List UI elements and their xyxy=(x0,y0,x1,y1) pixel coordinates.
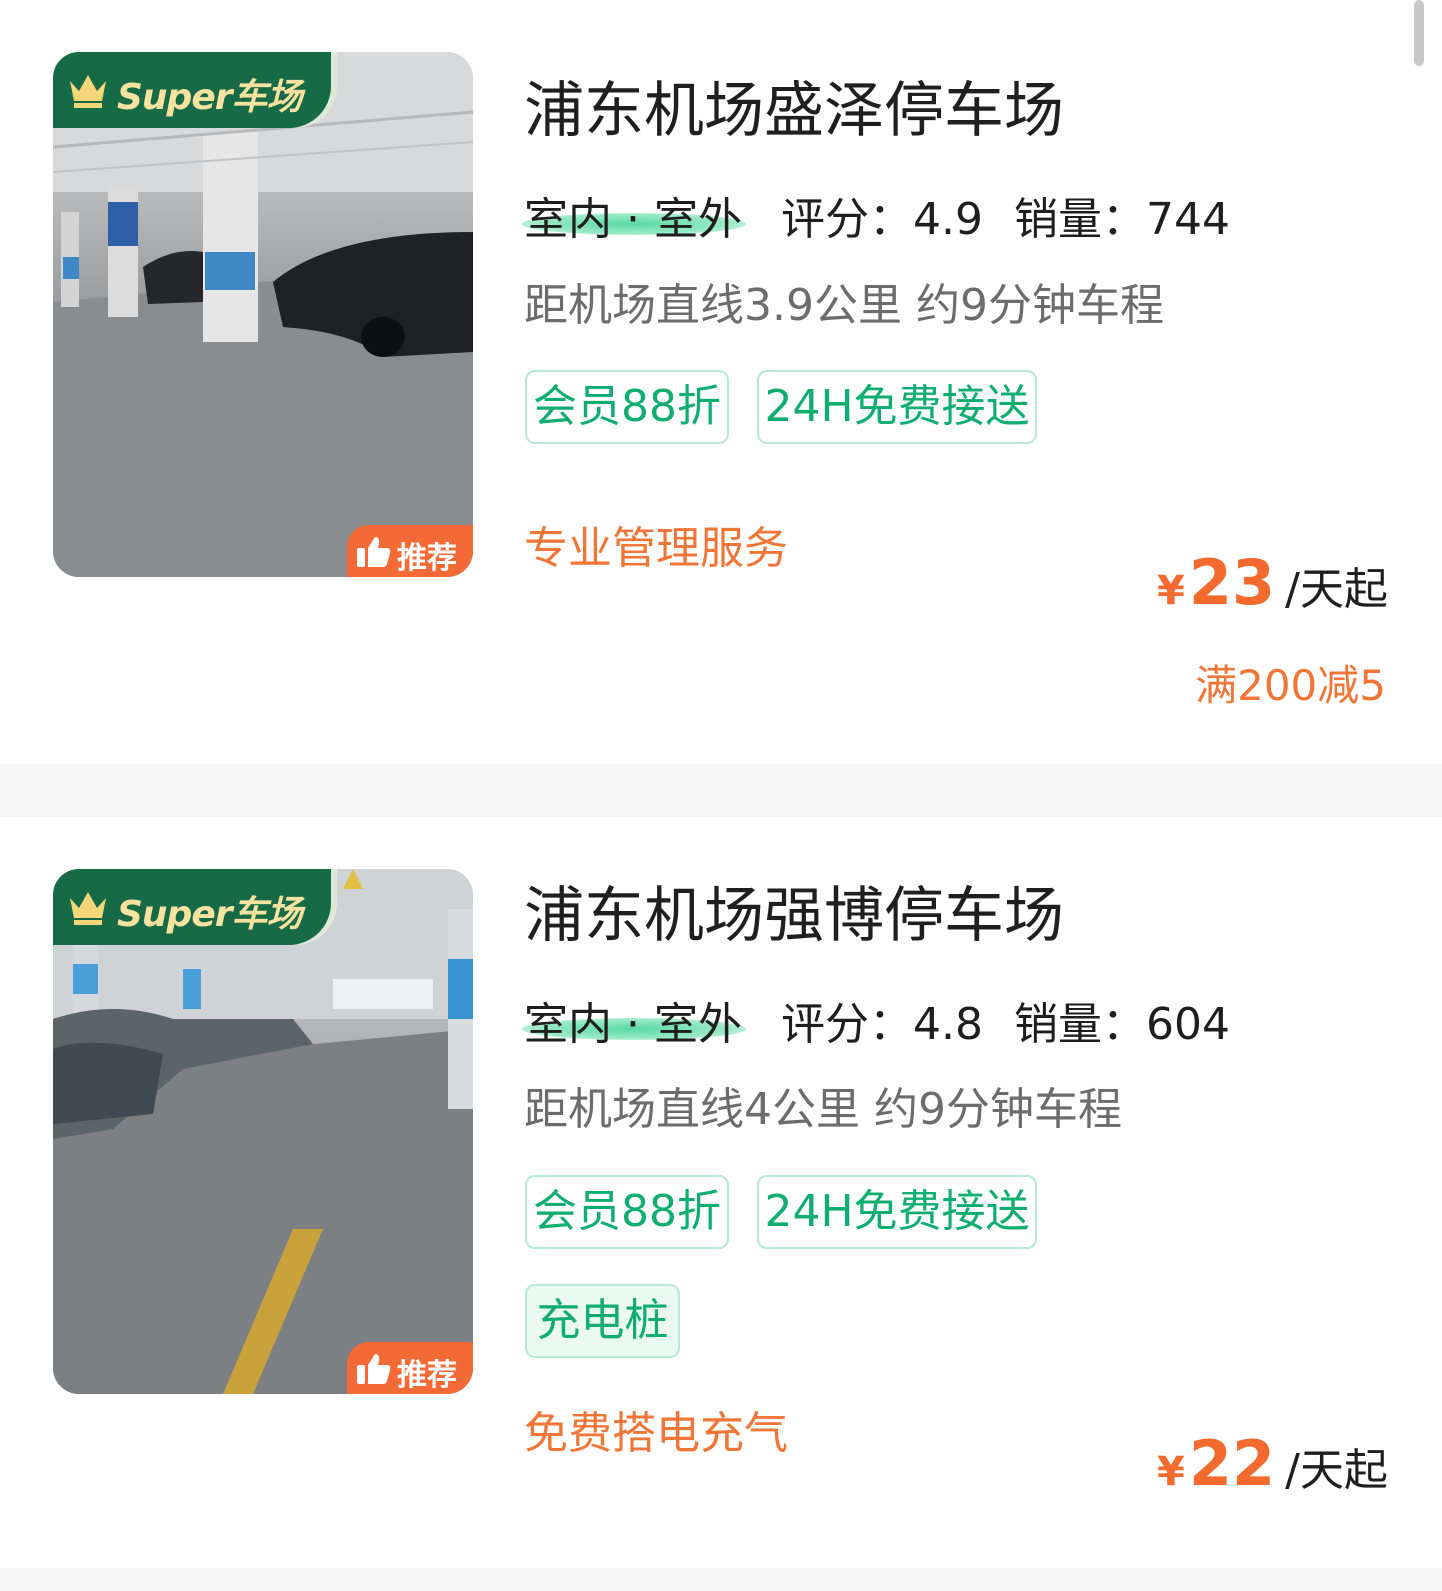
tag-charging-pile: 充电桩 xyxy=(525,1284,680,1358)
recommend-label: 推荐 xyxy=(397,1358,457,1393)
tag-member-discount: 会员88折 xyxy=(525,1175,729,1249)
parking-card[interactable]: Super车场 推荐 浦东机场强博停车场 室内 · 室外 评分：4.8 销量：6… xyxy=(0,817,1442,1568)
super-badge-label: Super车场 xyxy=(117,894,302,935)
parking-name[interactable]: 浦东机场强博停车场 xyxy=(524,867,1064,954)
parking-photo[interactable]: Super车场 推荐 xyxy=(53,869,473,1394)
thumbs-up-icon xyxy=(357,537,391,567)
parking-type: 室内 · 室外 xyxy=(522,988,746,1050)
crown-icon xyxy=(70,75,106,108)
rating: 评分：4.8 xyxy=(781,999,983,1050)
rating: 评分：4.9 xyxy=(781,194,983,245)
parking-type-label: 室内 · 室外 xyxy=(524,194,742,245)
parking-photo[interactable]: Super车场 推荐 xyxy=(53,52,473,577)
discount-info: 满200减5 xyxy=(1195,661,1386,710)
super-badge-label: Super车场 xyxy=(117,77,302,118)
recommend-badge: 推荐 xyxy=(347,525,473,577)
price: ¥23/天起 xyxy=(1157,546,1388,619)
parking-photo-image xyxy=(53,52,473,577)
scrollbar[interactable] xyxy=(1414,0,1424,66)
price-amount: 23 xyxy=(1188,546,1276,619)
price: ¥22/天起 xyxy=(1157,1427,1388,1500)
super-parking-badge: Super车场 xyxy=(53,52,331,128)
price-currency: ¥ xyxy=(1157,1449,1185,1495)
tag-free-shuttle: 24H免费接送 xyxy=(757,370,1037,444)
super-parking-badge: Super车场 xyxy=(53,869,331,945)
price-currency: ¥ xyxy=(1157,568,1185,614)
parking-card[interactable]: Super车场 推荐 浦东机场盛泽停车场 室内 · 室外 评分：4.9 销量：7… xyxy=(0,0,1442,764)
distance-info: 距机场直线3.9公里 约9分钟车程 xyxy=(524,280,1164,331)
recommend-badge: 推荐 xyxy=(347,1342,473,1394)
parking-type: 室内 · 室外 xyxy=(522,183,746,245)
sales-count: 销量：604 xyxy=(1014,999,1230,1050)
tag-member-discount: 会员88折 xyxy=(525,370,729,444)
sales-count: 销量：744 xyxy=(1014,194,1230,245)
parking-name[interactable]: 浦东机场盛泽停车场 xyxy=(524,62,1064,149)
parking-type-label: 室内 · 室外 xyxy=(524,999,742,1050)
distance-info: 距机场直线4公里 约9分钟车程 xyxy=(524,1084,1122,1135)
tag-free-shuttle: 24H免费接送 xyxy=(757,1175,1037,1249)
thumbs-up-icon xyxy=(357,1354,391,1384)
feature-note: 免费搭电充气 xyxy=(524,1408,788,1459)
price-unit: /天起 xyxy=(1285,1445,1388,1496)
recommend-label: 推荐 xyxy=(397,541,457,576)
price-amount: 22 xyxy=(1188,1427,1276,1500)
crown-icon xyxy=(70,892,106,925)
feature-note: 专业管理服务 xyxy=(524,523,788,574)
parking-photo-image xyxy=(53,869,473,1394)
price-unit: /天起 xyxy=(1285,564,1388,615)
